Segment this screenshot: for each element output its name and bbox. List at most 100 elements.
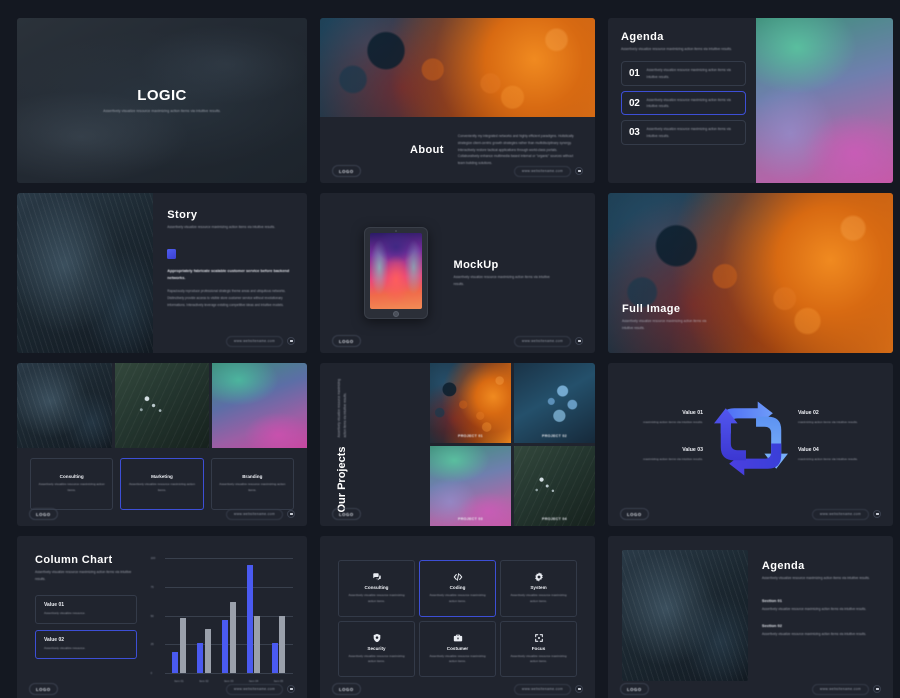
page-title: Agenda xyxy=(621,31,664,43)
service-name: Marketing xyxy=(151,474,173,480)
feature-card-system[interactable]: System Assertively visualize resource ma… xyxy=(500,560,577,617)
logo-badge[interactable]: LOGO xyxy=(620,683,649,695)
logo-badge[interactable]: LOGO xyxy=(29,683,58,695)
card-desc: Assertively visualize resource. xyxy=(44,611,86,616)
value-block-03: Value 03 maximizing action items via int… xyxy=(631,447,703,462)
feature-card-security[interactable]: Security Assertively visualize resource … xyxy=(338,620,415,677)
value-desc: maximizing action items via intuitive re… xyxy=(798,457,858,461)
page-title: Full Image xyxy=(622,303,681,316)
feature-card-coding[interactable]: Coding Assertively visualize resource ma… xyxy=(419,560,496,617)
bar-series-value-02 xyxy=(279,615,286,673)
project-card-04[interactable]: PROJECT 04 xyxy=(514,446,595,526)
website-url-badge[interactable]: www.websitename.com xyxy=(225,508,283,520)
page-title: Our Projects xyxy=(336,445,348,513)
feature-name: System xyxy=(530,585,547,591)
feature-card-costumer[interactable]: Costumer Assertively visualize resource … xyxy=(419,620,496,677)
slide-logic-title[interactable]: LOGIC Assertively visualize resource max… xyxy=(17,18,307,183)
tablet-screen-image xyxy=(369,233,422,309)
slide-agenda-numbered[interactable]: Agenda Assertively visualize resource ma… xyxy=(608,18,893,183)
project-image xyxy=(430,446,511,526)
agenda-item-02[interactable]: 02 Assertively visualize resource maximi… xyxy=(621,90,747,116)
slide-column-chart[interactable]: Column Chart Assertively visualize resou… xyxy=(17,536,307,698)
subtitle: Assertively visualize resource maximizin… xyxy=(761,576,870,580)
service-name: Branding xyxy=(242,474,263,480)
slide-agenda-sections[interactable]: Agenda Assertively visualize resource ma… xyxy=(608,536,893,698)
project-image xyxy=(430,363,511,443)
section-text: Assertively visualize resource maximizin… xyxy=(761,632,867,636)
service-desc: Assertively visualize resource maximizin… xyxy=(219,482,286,492)
logo-badge[interactable]: LOGO xyxy=(332,335,361,347)
logo-badge[interactable]: LOGO xyxy=(620,508,649,520)
slide-our-projects[interactable]: Our Projects Assertively visualize resou… xyxy=(320,363,595,526)
project-image xyxy=(514,363,595,443)
slide-about[interactable]: About Conveniently my integrated network… xyxy=(320,18,595,183)
strip-image-3 xyxy=(212,363,307,448)
feature-desc: Assertively visualize resource maximizin… xyxy=(510,653,567,664)
page-marker-icon xyxy=(287,337,295,345)
value-desc: maximizing action items via intuitive re… xyxy=(643,420,703,424)
slide-mockup[interactable]: MockUp Assertively visualize resource ma… xyxy=(320,193,595,353)
logo-badge[interactable]: LOGO xyxy=(29,508,58,520)
website-url-badge[interactable]: www.websitename.com xyxy=(225,335,283,347)
slide-footer: LOGO www.websitename.com xyxy=(17,683,307,695)
value-block-01: Value 01 maximizing action items via int… xyxy=(631,410,703,425)
feature-desc: Assertively visualize resource maximizin… xyxy=(348,653,405,664)
feature-name: Costumer xyxy=(446,645,469,651)
feature-card-consulting[interactable]: Consulting Assertively visualize resourc… xyxy=(338,560,415,617)
bar-series-value-02 xyxy=(204,629,211,673)
feature-card-focus[interactable]: Focus Assertively visualize resource max… xyxy=(500,620,577,677)
body-paragraph: Rapaciously reproduce professional strat… xyxy=(167,289,286,307)
value-desc: maximizing action items via intuitive re… xyxy=(643,457,703,461)
logo-badge[interactable]: LOGO xyxy=(332,165,361,177)
agenda-item-03[interactable]: 03 Assertively visualize resource maximi… xyxy=(621,120,747,145)
website-url-badge[interactable]: www.websitename.com xyxy=(811,683,869,695)
project-card-01[interactable]: PROJECT 01 xyxy=(430,363,511,443)
website-url-badge[interactable]: www.websitename.com xyxy=(513,335,571,347)
website-url-badge[interactable]: www.websitename.com xyxy=(513,165,571,177)
card-title: Value 02 xyxy=(44,636,65,643)
value-block-04: Value 04 maximizing action items via int… xyxy=(798,447,870,462)
service-card-marketing[interactable]: Marketing Assertively visualize resource… xyxy=(120,458,204,510)
slide-values-cycle[interactable]: Value 01 maximizing action items via int… xyxy=(608,363,893,526)
bar-series-value-01 xyxy=(246,564,253,673)
service-desc: Assertively visualize resource maximizin… xyxy=(38,482,105,492)
website-url-badge[interactable]: www.websitename.com xyxy=(225,683,283,695)
slide-side-image xyxy=(622,550,748,681)
bar-group-item-01 xyxy=(172,558,186,673)
legend-card-value-01[interactable]: Value 01 Assertively visualize resource. xyxy=(35,595,137,624)
subtitle: Assertively visualize resource maximizin… xyxy=(621,47,732,51)
bar-series-value-02 xyxy=(229,601,236,673)
subtitle: Assertively visualize resource maximizin… xyxy=(167,225,276,229)
agenda-number: 02 xyxy=(629,97,640,109)
feature-desc: Assertively visualize resource maximizin… xyxy=(429,593,486,603)
slide-full-image[interactable]: Full Image Assertively visualize resourc… xyxy=(608,193,893,353)
legend-card-value-02[interactable]: Value 02 Assertively visualize resource. xyxy=(35,629,137,659)
card-desc: Assertively visualize resource. xyxy=(44,645,86,650)
subtitle: Assertively visualize resource maximizin… xyxy=(453,274,550,286)
value-block-02: Value 02 maximizing action items via int… xyxy=(798,410,870,425)
shield-icon xyxy=(372,633,382,643)
slide-story[interactable]: Story Assertively visualize resource max… xyxy=(17,193,307,353)
project-card-03[interactable]: PROJECT 03 xyxy=(430,446,511,526)
project-image xyxy=(514,446,595,526)
bar-groups xyxy=(167,558,291,673)
body-paragraph: Conveniently my integrated networks and … xyxy=(457,133,574,166)
slide-services[interactable]: Consulting Assertively visualize resourc… xyxy=(17,363,307,526)
service-card-consulting[interactable]: Consulting Assertively visualize resourc… xyxy=(30,458,114,510)
website-url-badge[interactable]: www.websitename.com xyxy=(811,508,869,520)
agenda-item-01[interactable]: 01 Assertively visualize resource maximi… xyxy=(621,61,747,86)
agenda-number: 01 xyxy=(629,68,640,80)
y-axis-tick: 0 xyxy=(150,671,153,675)
agenda-text: Assertively visualize resource maximizin… xyxy=(646,97,731,109)
page-marker-icon xyxy=(873,685,881,693)
strip-image-1 xyxy=(17,363,112,448)
bar-series-value-01 xyxy=(172,652,179,673)
subtitle: Assertively visualize resource maximizin… xyxy=(103,108,221,113)
logo-badge[interactable]: LOGO xyxy=(332,508,361,520)
project-card-02[interactable]: PROJECT 02 xyxy=(514,363,595,443)
slide-icon-grid[interactable]: Consulting Assertively visualize resourc… xyxy=(320,536,595,698)
slide-footer: LOGO www.websitename.com xyxy=(320,165,595,177)
website-url-badge[interactable]: www.websitename.com xyxy=(513,683,571,695)
logo-badge[interactable]: LOGO xyxy=(332,683,361,695)
service-card-branding[interactable]: Branding Assertively visualize resource … xyxy=(210,458,294,510)
